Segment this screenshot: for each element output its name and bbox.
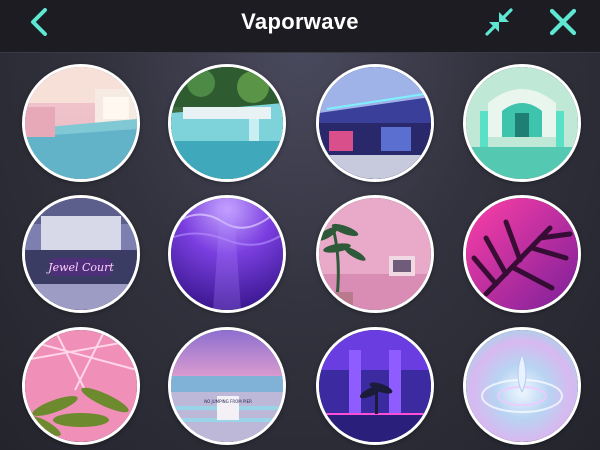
atrium-fountain-image [171, 67, 283, 179]
lobby-sign-text: Jewel Court [46, 261, 114, 274]
top-bar: Vaporwave [0, 0, 600, 53]
gallery-item-pink-palm-room[interactable] [316, 195, 434, 313]
image-grid: Jewel Court NO JUMPING FROM PIER [0, 52, 600, 450]
close-x-icon[interactable] [545, 4, 581, 40]
gallery-item-atrium-fountain[interactable] [168, 64, 286, 182]
pink-palm-room-image [319, 198, 431, 310]
gallery-item-lobby-neon-sign[interactable]: Jewel Court [22, 195, 140, 313]
neon-mall-image [319, 67, 431, 179]
pink-skylight-palms-image [25, 330, 137, 442]
purple-neon-hall-image [319, 330, 431, 442]
gallery-item-purple-underwater[interactable] [168, 195, 286, 313]
pink-pool-room-image [25, 67, 137, 179]
magenta-palm-leaves-image [466, 198, 578, 310]
gallery-item-neon-mall[interactable] [316, 64, 434, 182]
gallery-item-magenta-palm-leaves[interactable] [463, 195, 581, 313]
gallery-item-beach-pier-sunset[interactable]: NO JUMPING FROM PIER [168, 327, 286, 445]
beach-pier-sunset-image: NO JUMPING FROM PIER [171, 330, 283, 442]
gallery-item-pink-pool-room[interactable] [22, 64, 140, 182]
iridescent-water-drop-image [466, 330, 578, 442]
gallery-item-teal-tile-arch[interactable] [463, 64, 581, 182]
pier-sign-text: NO JUMPING FROM PIER [204, 399, 252, 404]
purple-underwater-image [171, 198, 283, 310]
compress-arrows-icon[interactable] [481, 4, 517, 40]
gallery-item-iridescent-water-drop[interactable] [463, 327, 581, 445]
gallery-item-purple-neon-hall[interactable] [316, 327, 434, 445]
gallery-item-pink-skylight-palms[interactable] [22, 327, 140, 445]
lobby-neon-sign-image: Jewel Court [25, 198, 137, 310]
teal-tile-arch-image [466, 67, 578, 179]
